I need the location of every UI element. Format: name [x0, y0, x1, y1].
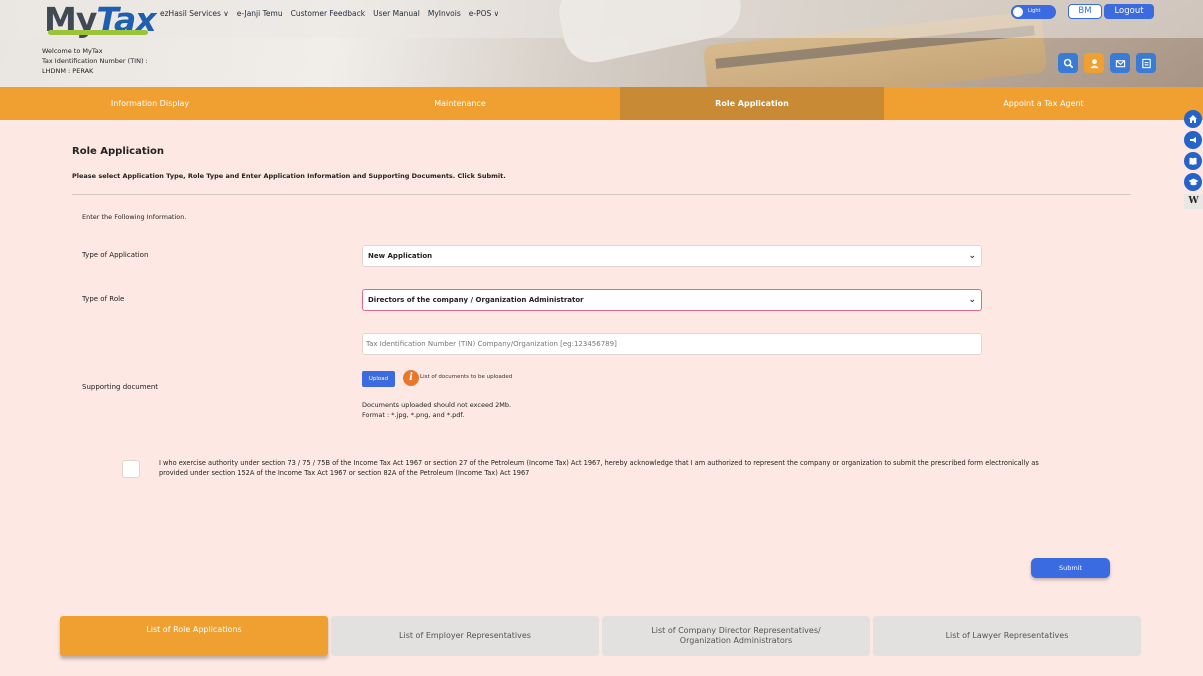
nav-ezhasil-services[interactable]: ezHasil Services ∨: [160, 9, 229, 18]
tin-company-input[interactable]: [362, 333, 982, 355]
logout-button[interactable]: Logout: [1104, 4, 1154, 19]
page-title: Role Application: [72, 146, 165, 157]
welcome-text: Welcome to MyTax: [42, 47, 103, 55]
graduation-cap-icon[interactable]: [1184, 173, 1202, 191]
chevron-down-icon: ⌄: [968, 251, 976, 261]
tab-maintenance[interactable]: Maintenance: [300, 87, 620, 120]
supporting-document-label: Supporting document: [82, 383, 159, 391]
document-list-link[interactable]: List of documents to be uploaded: [420, 374, 512, 380]
header-banner: MyTax ezHasil Services ∨ e-Janji Temu Cu…: [0, 0, 1203, 87]
main-tabs: Information Display Maintenance Role App…: [0, 87, 1203, 120]
acknowledgement-checkbox[interactable]: [122, 460, 140, 478]
quick-icons: [1058, 53, 1156, 73]
form-instruction: Please select Application Type, Role Typ…: [72, 172, 506, 180]
submit-button[interactable]: Submit: [1031, 558, 1110, 578]
tab-role-application[interactable]: Role Application: [620, 87, 884, 120]
chevron-down-icon: ⌄: [968, 295, 976, 305]
tab-list-role-applications[interactable]: List of Role Applications: [60, 616, 328, 656]
toggle-knob: [1013, 7, 1023, 17]
bottom-tabs: List of Role Applications List of Employ…: [60, 616, 1141, 656]
language-bm-button[interactable]: BM: [1068, 4, 1102, 19]
type-of-role-select[interactable]: Directors of the company / Organization …: [362, 289, 982, 311]
tab-information-display[interactable]: Information Display: [0, 87, 300, 120]
profile-icon[interactable]: [1084, 53, 1104, 73]
enter-info-label: Enter the Following Information.: [82, 213, 187, 221]
type-of-role-label: Type of Role: [82, 295, 125, 303]
home-icon[interactable]: [1184, 110, 1202, 128]
tab-list-lawyer-representatives[interactable]: List of Lawyer Representatives: [873, 616, 1141, 656]
nav-customer-feedback[interactable]: Customer Feedback: [291, 9, 366, 18]
type-of-application-value: New Application: [368, 252, 433, 260]
info-icon[interactable]: i: [403, 370, 419, 386]
theme-toggle[interactable]: Light: [1011, 5, 1056, 19]
tab-list-employer-representatives[interactable]: List of Employer Representatives: [331, 616, 599, 656]
nav-e-janji-temu[interactable]: e-Janji Temu: [237, 9, 283, 18]
branch-label: LHDNM : PERAK: [42, 67, 94, 75]
logo-swoosh: [48, 30, 148, 35]
search-icon[interactable]: [1058, 53, 1078, 73]
logout-door-icon[interactable]: [1136, 53, 1156, 73]
document-note: Documents uploaded should not exceed 2Mb…: [362, 400, 511, 420]
divider: [72, 194, 1131, 195]
doc-size-note: Documents uploaded should not exceed 2Mb…: [362, 401, 512, 409]
tab-appoint-tax-agent[interactable]: Appoint a Tax Agent: [884, 87, 1203, 120]
nav-e-pos[interactable]: e-POS ∨: [469, 9, 499, 18]
tin-label: Tax Identification Number (TIN) :: [42, 57, 148, 65]
tab-list-company-director-representatives[interactable]: List of Company Director Representatives…: [602, 616, 870, 656]
side-floating-icons: W: [1184, 110, 1203, 209]
doc-format-note: Format : *.jpg, *.png, and *.pdf.: [362, 411, 465, 419]
nav-myinvois[interactable]: MyInvois: [428, 9, 461, 18]
nav-user-manual[interactable]: User Manual: [373, 9, 420, 18]
upload-button[interactable]: Upload: [362, 371, 395, 387]
top-nav: ezHasil Services ∨ e-Janji Temu Customer…: [160, 9, 499, 18]
type-of-application-label: Type of Application: [82, 251, 149, 259]
acknowledgement-text: I who exercise authority under section 7…: [159, 459, 1039, 477]
announcement-icon[interactable]: [1184, 131, 1202, 149]
wikipedia-icon[interactable]: W: [1184, 194, 1203, 209]
welcome-block: Welcome to MyTax Tax Identification Numb…: [42, 46, 148, 76]
book-icon[interactable]: [1184, 152, 1202, 170]
mail-icon[interactable]: [1110, 53, 1130, 73]
theme-toggle-label: Light: [1028, 8, 1041, 14]
type-of-application-select[interactable]: New Application ⌄: [362, 245, 982, 267]
type-of-role-value: Directors of the company / Organization …: [368, 296, 584, 304]
